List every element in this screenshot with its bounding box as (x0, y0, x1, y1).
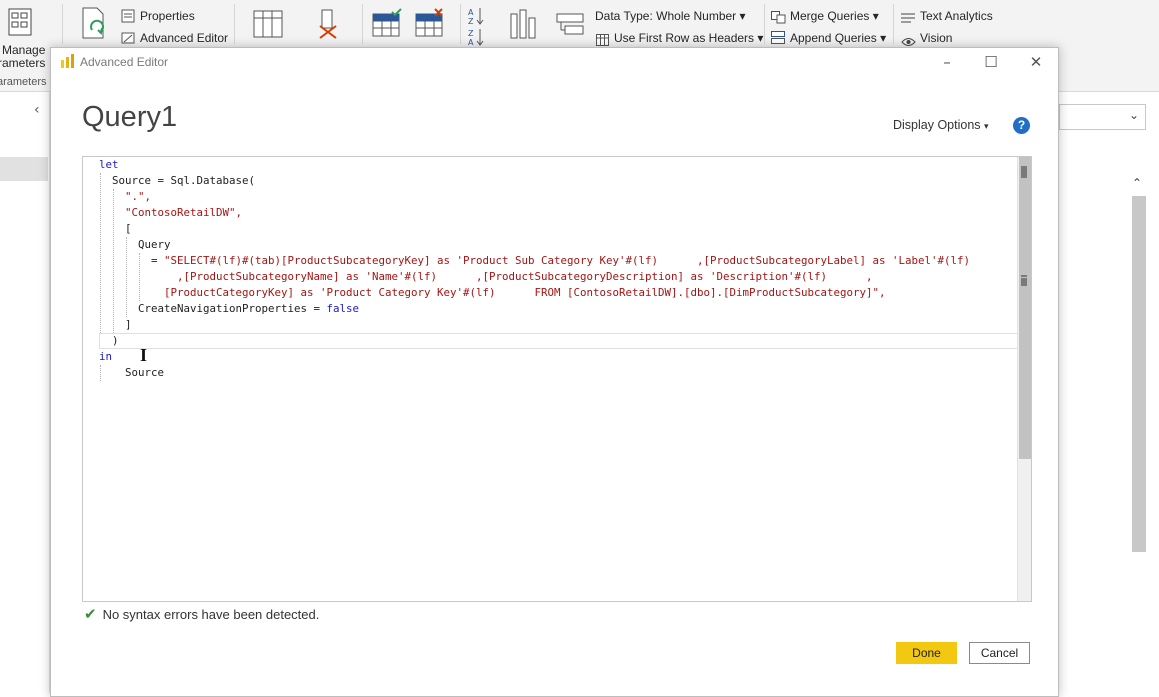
cancel-button[interactable]: Cancel (969, 642, 1030, 664)
vision-button[interactable]: Vision (920, 31, 952, 45)
sort-descending-icon[interactable]: ZA (467, 27, 485, 47)
code-line-12: ) (112, 334, 119, 347)
code-editor[interactable]: let Source = Sql.Database( ".", "Contoso… (82, 156, 1032, 602)
minimize-icon[interactable]: – (932, 52, 962, 74)
append-queries-button[interactable]: Append Queries ▾ (790, 31, 886, 45)
remove-rows-icon[interactable] (415, 8, 445, 38)
text-analytics-button[interactable]: Text Analytics (920, 9, 993, 23)
table-header-icon (596, 31, 609, 46)
code-line-1: let (99, 158, 119, 171)
manage-parameters-label-2[interactable]: rameters (0, 56, 45, 70)
close-icon[interactable]: ✕ (1021, 52, 1051, 74)
merge-queries-button[interactable]: Merge Queries ▾ (790, 9, 879, 23)
merge-queries-icon (771, 9, 786, 24)
use-first-row-headers-button[interactable]: Use First Row as Headers ▾ (614, 31, 763, 45)
svg-text:Z: Z (468, 17, 474, 26)
editor-scrollbar[interactable] (1017, 157, 1031, 601)
query-name-title: Query1 (82, 101, 178, 133)
advanced-editor-dialog: Advanced Editor – ☐ ✕ Query1 Display Opt… (50, 47, 1059, 697)
text-analytics-icon (901, 9, 915, 23)
code-line-6: Query (138, 238, 171, 251)
code-line-14: Source (125, 366, 165, 379)
remove-columns-icon[interactable] (314, 8, 340, 40)
settings-scrollbar-thumb[interactable] (1132, 196, 1146, 552)
code-line-8: ,[ProductSubcategoryName] as 'Name'#(lf)… (177, 270, 873, 283)
chevron-down-icon: ⌄ (1128, 108, 1139, 122)
settings-dropdown[interactable]: ⌄ (1059, 104, 1146, 130)
current-line-highlight (99, 333, 1031, 349)
keep-rows-icon[interactable] (372, 8, 402, 38)
editor-scrollbar-thumb[interactable] (1019, 157, 1031, 459)
sort-ascending-icon[interactable]: AZ (467, 6, 485, 26)
done-button[interactable]: Done (896, 642, 957, 664)
title-bar: Advanced Editor – ☐ ✕ (51, 48, 1058, 76)
code-line-10: CreateNavigationProperties = false (138, 302, 360, 315)
code-line-2: Source = Sql.Database( (112, 174, 256, 187)
advanced-editor-button[interactable]: Advanced Editor (140, 31, 228, 45)
code-line-7: = "SELECT#(lf)#(tab)[ProductSubcategoryK… (151, 254, 971, 267)
code-line-4: "ContosoRetailDW", (125, 206, 243, 219)
maximize-icon[interactable]: ☐ (976, 52, 1006, 74)
query-settings-pane: ⌄ ⌃ (1059, 92, 1159, 693)
selected-query-item[interactable] (0, 157, 48, 181)
advanced-editor-icon[interactable] (121, 30, 135, 44)
code-line-3: ".", (125, 190, 152, 203)
code-line-13: in (99, 350, 113, 363)
code-line-5: [ (125, 222, 132, 235)
data-type-dropdown[interactable]: Data Type: Whole Number ▾ (595, 9, 746, 23)
code-line-11: ] (125, 318, 132, 331)
window-title: Advanced Editor (80, 55, 169, 69)
svg-text:Z: Z (468, 29, 474, 38)
group-by-icon[interactable] (555, 10, 585, 38)
code-line-9: [ProductCategoryKey] as 'Product Categor… (164, 286, 886, 299)
split-column-icon[interactable] (507, 8, 537, 40)
choose-columns-icon[interactable] (253, 10, 283, 38)
properties-button[interactable]: Properties (140, 9, 195, 23)
parameters-group-label: arameters (0, 76, 47, 88)
properties-icon[interactable] (121, 8, 135, 23)
refresh-preview-icon[interactable] (80, 6, 110, 42)
power-bi-logo-icon (60, 54, 75, 69)
manage-parameters-icon[interactable] (8, 8, 32, 38)
caret-down-icon: ▾ (984, 121, 989, 131)
queries-pane: ‹ (0, 92, 50, 693)
vision-icon (901, 32, 916, 46)
append-queries-icon (771, 30, 786, 44)
help-icon[interactable]: ? (1013, 117, 1030, 134)
chevron-up-icon[interactable]: ⌃ (1132, 176, 1142, 190)
collapse-pane-icon[interactable]: ‹ (34, 102, 40, 118)
syntax-status: ✔ No syntax errors have been detected. (84, 606, 320, 623)
text-cursor-icon: I (140, 345, 148, 365)
svg-text:A: A (468, 38, 474, 47)
manage-parameters-label[interactable]: Manage (2, 43, 45, 57)
svg-text:A: A (468, 8, 474, 17)
checkmark-icon: ✔ (84, 606, 97, 623)
display-options-dropdown[interactable]: Display Options ▾ (893, 118, 989, 132)
